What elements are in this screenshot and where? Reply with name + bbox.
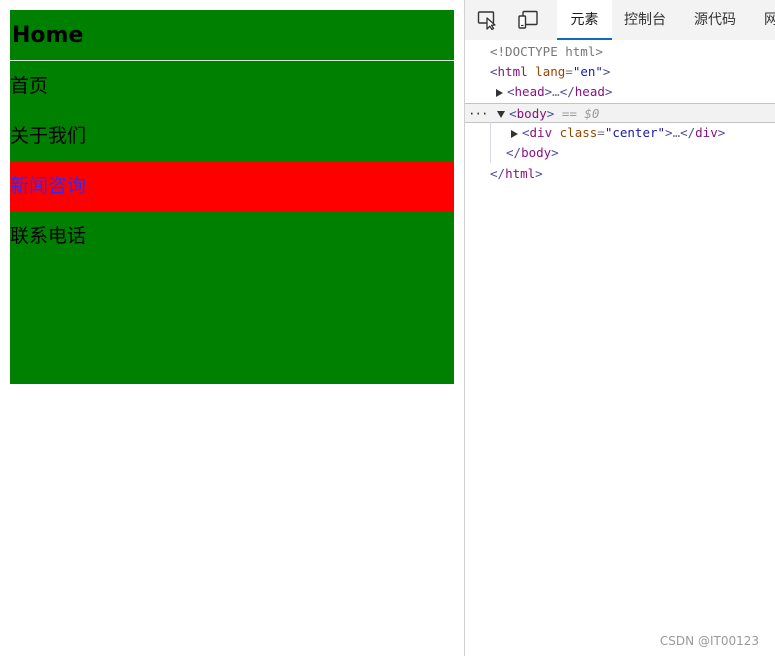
dom-line-div-center[interactable]: <div class="center">…</div> — [465, 123, 775, 143]
tag-bracket: > — [717, 125, 726, 140]
tab-network[interactable]: 网 — [764, 0, 775, 38]
tag-name-div: div — [529, 125, 553, 140]
tag-bracket: < — [490, 64, 498, 79]
attr-value-lang: "en" — [572, 64, 603, 79]
tag-bracket: > — [535, 166, 543, 181]
devtools-tabbar: 元素 控制台 源代码 网 — [465, 0, 775, 40]
dom-line-doctype[interactable]: <!DOCTYPE html> — [465, 42, 775, 62]
nav-item-about[interactable]: 关于我们 — [10, 111, 454, 161]
nav-item-home[interactable]: 首页 — [10, 61, 454, 111]
expand-triangle-icon[interactable] — [511, 129, 518, 138]
dom-line-html-close[interactable]: </html> — [465, 164, 775, 184]
watermark: CSDN @IT00123 — [659, 634, 759, 648]
device-toolbar-icon[interactable] — [517, 10, 539, 30]
collapse-triangle-icon[interactable] — [497, 111, 506, 118]
tag-name-html-close: html — [505, 166, 536, 181]
tag-name-head-close: head — [574, 84, 605, 99]
selected-node-marker: == $0 — [561, 106, 600, 121]
tag-name-html: html — [497, 64, 528, 79]
tag-bracket: </ — [680, 125, 696, 140]
tab-console[interactable]: 控制台 — [624, 0, 666, 38]
inspect-element-icon[interactable] — [477, 10, 499, 30]
collapsed-ellipsis: … — [552, 84, 560, 99]
tag-bracket: > — [551, 145, 559, 160]
attr-eq: = — [565, 64, 573, 79]
tag-bracket: </ — [506, 145, 522, 160]
collapsed-ellipsis: … — [672, 125, 681, 140]
page-title: Home — [10, 10, 454, 61]
tag-name-body-close: body — [521, 145, 552, 160]
indent-guide — [490, 122, 491, 163]
page-viewport: Home 首页 关于我们 新闻咨询 联系电话 — [0, 0, 464, 656]
tag-bracket: </ — [490, 166, 506, 181]
dom-line-body-selected[interactable]: ··· <body> == $0 — [465, 103, 775, 123]
tag-name-div-close: div — [695, 125, 718, 140]
nav-item-contact[interactable]: 联系电话 — [10, 211, 454, 261]
tag-name-head: head — [514, 84, 545, 99]
tag-bracket: > — [602, 64, 611, 79]
tag-bracket: > — [665, 125, 673, 140]
nav-item-news[interactable]: 新闻咨询 — [10, 161, 454, 211]
devtools-panel: 元素 控制台 源代码 网 <!DOCTYPE html> <html lang=… — [464, 0, 775, 656]
tag-name-body: body — [516, 106, 547, 121]
tab-sources[interactable]: 源代码 — [694, 0, 736, 38]
attr-value-class: "center" — [604, 125, 666, 140]
tag-bracket: </ — [559, 84, 575, 99]
tag-bracket: < — [509, 106, 517, 121]
attr-name-class: class — [559, 125, 598, 140]
dom-line-body-close[interactable]: </body> — [465, 143, 775, 163]
attr-name-lang: lang — [535, 64, 566, 79]
tag-bracket: > — [546, 106, 555, 121]
tab-elements[interactable]: 元素 — [557, 0, 612, 40]
dom-line-head[interactable]: <head>…</head> — [465, 82, 775, 102]
tag-bracket: < — [507, 84, 515, 99]
tag-bracket: < — [522, 125, 530, 140]
tag-bracket: > — [604, 84, 613, 99]
more-actions-dots[interactable]: ··· — [468, 106, 489, 121]
center-box: Home 首页 关于我们 新闻咨询 联系电话 — [10, 10, 454, 384]
expand-triangle-icon[interactable] — [496, 88, 503, 97]
doctype-text: <!DOCTYPE html> — [490, 44, 603, 59]
attr-eq: = — [597, 125, 605, 140]
dom-line-html[interactable]: <html lang="en"> — [465, 62, 775, 82]
